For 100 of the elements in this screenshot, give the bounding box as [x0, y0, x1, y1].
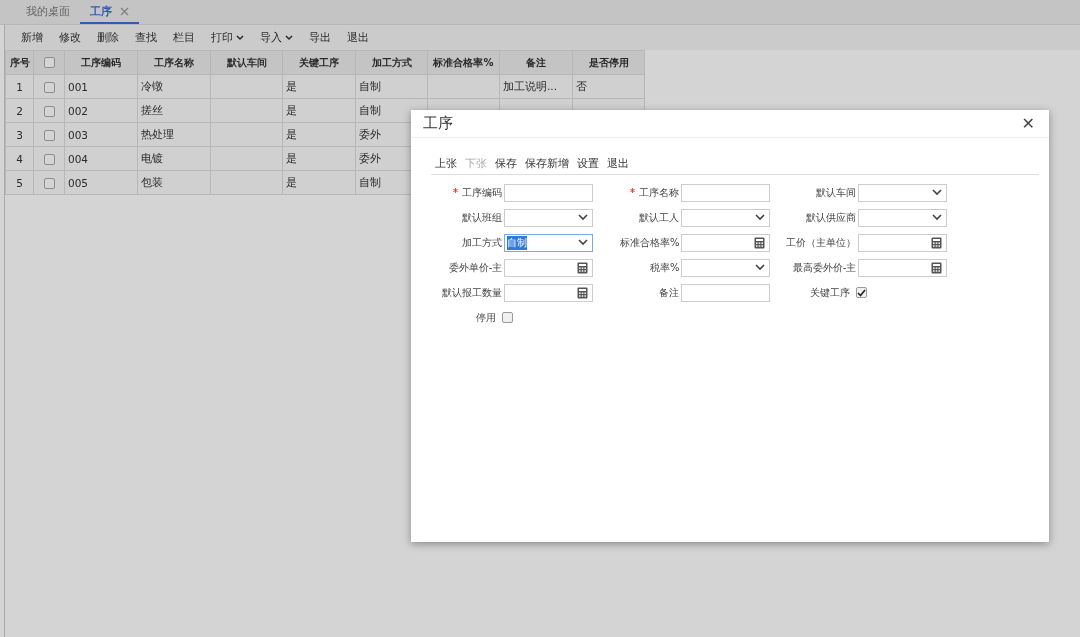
column-header: 备注 — [499, 50, 573, 75]
column-header: 加工方式 — [355, 50, 428, 75]
field-label: 默认车间 — [815, 185, 858, 200]
field-label: 停用 — [475, 310, 497, 325]
table-cell: 是 — [286, 151, 297, 164]
select-field[interactable]: 自制 — [504, 233, 593, 252]
chevron-down-icon — [578, 239, 588, 246]
calculator-icon[interactable] — [754, 236, 765, 249]
field-label: 加工方式 — [461, 235, 504, 250]
column-header: 标准合格率% — [427, 50, 500, 75]
calculator-icon[interactable] — [577, 261, 588, 274]
toolbar-button[interactable]: 栏目 — [165, 30, 203, 45]
select-field[interactable] — [858, 183, 947, 202]
toolbar-button[interactable]: 删除 — [89, 30, 127, 45]
table-cell: 005 — [68, 176, 89, 189]
table-cell: 是 — [286, 175, 297, 188]
column-header: 默认车间 — [210, 50, 283, 75]
field-label: 工价（主单位） — [785, 235, 858, 250]
column-header: 工序名称 — [137, 50, 211, 75]
table-cell: 否 — [576, 79, 587, 92]
column-header: 是否停用 — [572, 50, 645, 75]
row-checkbox[interactable] — [43, 153, 55, 165]
table-cell: 1 — [5, 74, 34, 99]
select-field[interactable] — [681, 258, 770, 277]
field-label: 最高委外价-主 — [791, 260, 858, 275]
table-cell: 自制 — [359, 175, 381, 188]
table-cell: 冷镦 — [141, 79, 163, 92]
input-field[interactable] — [681, 183, 770, 202]
number-field[interactable] — [681, 233, 770, 252]
toolbar-button[interactable]: 导出 — [301, 30, 339, 45]
calculator-icon[interactable] — [577, 286, 588, 299]
asterisk-icon — [630, 187, 636, 193]
field-label: 默认班组 — [461, 210, 504, 225]
toolbar-button[interactable]: 退出 — [339, 30, 377, 45]
number-field[interactable] — [858, 258, 947, 277]
input-field[interactable] — [504, 183, 593, 202]
table-cell: 加工说明... — [503, 79, 557, 92]
table-cell: 5 — [5, 170, 34, 195]
checkbox[interactable] — [856, 287, 867, 298]
column-header: 序号 — [5, 50, 34, 75]
asterisk-icon — [453, 187, 459, 193]
input-field[interactable] — [681, 283, 770, 302]
toolbar-button[interactable]: 修改 — [51, 30, 89, 45]
caret-icon — [285, 34, 293, 41]
number-field[interactable] — [504, 258, 593, 277]
select-field[interactable] — [504, 208, 593, 227]
table-cell: 4 — [5, 146, 34, 171]
toolbar-button[interactable]: 保存 — [491, 155, 521, 171]
field-label: 工序名称 — [593, 185, 682, 200]
chevron-down-icon — [755, 214, 765, 221]
table-cell: 电镀 — [141, 151, 163, 164]
table-cell: 004 — [68, 152, 89, 165]
row-checkbox[interactable] — [43, 81, 55, 93]
column-header: 关键工序 — [282, 50, 356, 75]
checkbox[interactable] — [502, 312, 513, 323]
table-cell: 3 — [5, 122, 34, 147]
dialog-title: 工序 — [423, 114, 453, 133]
row-checkbox[interactable] — [43, 129, 55, 141]
close-icon[interactable] — [120, 6, 129, 16]
table-cell: 搓丝 — [141, 103, 163, 116]
toolbar-button[interactable]: 新增 — [13, 30, 51, 45]
table-cell: 是 — [286, 79, 297, 92]
table-cell: 热处理 — [141, 127, 174, 140]
field-label: 默认供应商 — [805, 210, 858, 225]
toolbar-button[interactable]: 打印 — [203, 30, 252, 45]
field-label: 默认报工数量 — [441, 285, 504, 300]
chevron-down-icon — [932, 189, 942, 196]
toolbar-button[interactable]: 导入 — [252, 30, 301, 45]
chevron-down-icon — [932, 214, 942, 221]
field-label: 标准合格率% — [618, 235, 681, 250]
toolbar-button[interactable]: 退出 — [603, 155, 633, 171]
field-label: 工序编码 — [416, 185, 505, 200]
field-label: 关键工序 — [809, 285, 851, 300]
number-field[interactable] — [858, 233, 947, 252]
table-cell: 是 — [286, 103, 297, 116]
table-cell: 001 — [68, 80, 89, 93]
select-all-checkbox[interactable] — [43, 57, 55, 69]
table-cell: 003 — [68, 128, 89, 141]
table-cell: 2 — [5, 98, 34, 123]
calculator-icon[interactable] — [931, 261, 942, 274]
close-button[interactable]: ✕ — [1017, 114, 1039, 133]
toolbar-button[interactable]: 查找 — [127, 30, 165, 45]
caret-icon — [236, 34, 244, 41]
field-label: 默认工人 — [638, 210, 681, 225]
chevron-down-icon — [755, 264, 765, 271]
toolbar-button[interactable]: 保存新增 — [521, 155, 573, 171]
row-checkbox[interactable] — [43, 105, 55, 117]
toolbar-button[interactable]: 上张 — [431, 155, 461, 171]
select-field[interactable] — [858, 208, 947, 227]
calculator-icon[interactable] — [931, 236, 942, 249]
row-checkbox[interactable] — [43, 177, 55, 189]
field-label: 备注 — [658, 285, 681, 300]
field-label: 委外单价-主 — [447, 260, 504, 275]
table-cell: 委外 — [359, 127, 381, 140]
select-field[interactable] — [681, 208, 770, 227]
number-field[interactable] — [504, 283, 593, 302]
tab[interactable]: 我的桌面 — [16, 0, 80, 24]
table-cell: 自制 — [359, 79, 381, 92]
table-cell: 自制 — [359, 103, 381, 116]
toolbar-button[interactable]: 设置 — [573, 155, 603, 171]
